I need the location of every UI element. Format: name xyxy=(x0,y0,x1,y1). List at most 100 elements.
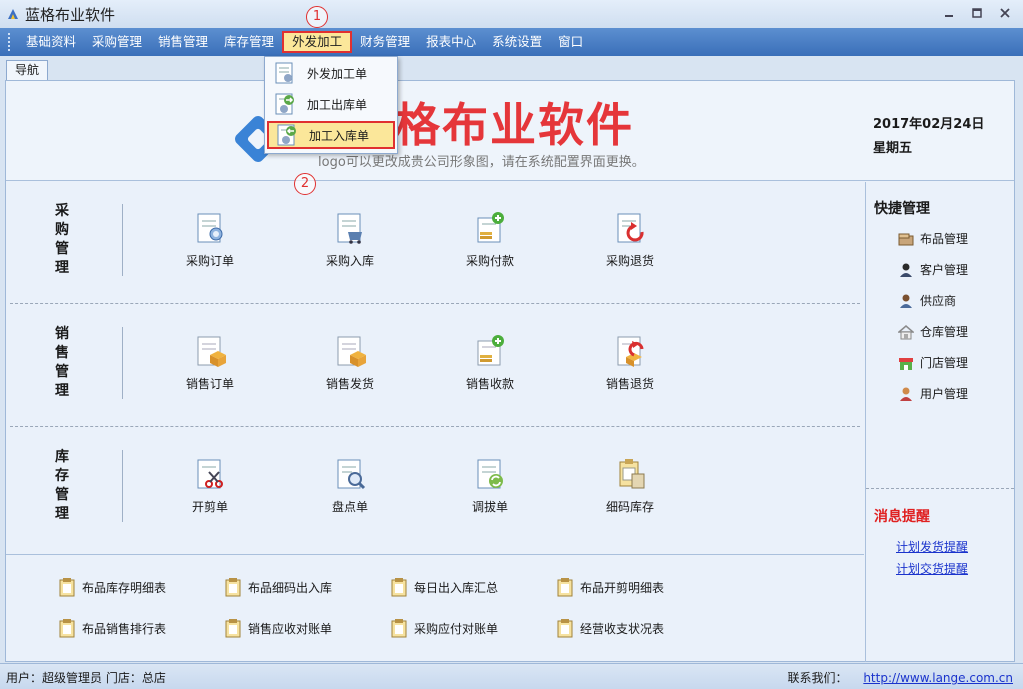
maximize-icon xyxy=(972,8,982,18)
menu-grip[interactable] xyxy=(8,33,12,51)
sales-order-button[interactable]: 销售订单 xyxy=(165,333,255,392)
sales-ship-button[interactable]: 销售发货 xyxy=(305,333,395,392)
quick-warehouse[interactable]: 仓库管理 xyxy=(898,323,968,340)
module-label: 库存管理 xyxy=(55,449,69,522)
dropdown-item-label: 加工出库单 xyxy=(307,97,368,112)
module-divider xyxy=(122,450,123,522)
quick-item-label: 布品管理 xyxy=(920,232,969,246)
purchase-payment-label: 采购付款 xyxy=(465,254,514,268)
menu-sales[interactable]: 销售管理 xyxy=(150,31,216,53)
menu-outsourcing[interactable]: 外发加工 xyxy=(282,31,353,53)
tab-strip: 导航 xyxy=(0,56,1023,80)
module-label: 采购管理 xyxy=(55,203,69,276)
clipboard-icon xyxy=(557,619,573,638)
menu-basic-data[interactable]: 基础资料 xyxy=(18,31,84,53)
detail-stock-button[interactable]: 细码库存 xyxy=(585,456,675,515)
quick-item-label: 仓库管理 xyxy=(920,325,969,339)
navigation-panel: 格布业软件 logo可以更改成贵公司形象图，请在系统配置界面更换。 2017年0… xyxy=(5,80,1015,662)
purchase-in-button[interactable]: 采购入库 xyxy=(305,210,395,269)
store-icon xyxy=(899,357,913,370)
contact-label: 联系我们： xyxy=(787,671,848,685)
user-icon xyxy=(900,387,912,401)
quick-fabric[interactable]: 布品管理 xyxy=(898,230,968,247)
sales-receipt-label: 销售收款 xyxy=(465,377,514,391)
report-shortcuts: 布品库存明细表 布品细码出入库 每日出入库汇总 布品开剪明细表 布品销售排行表 … xyxy=(6,554,864,662)
supplier-icon xyxy=(900,294,912,308)
menu-item-outsourcing-out[interactable]: 加工出库单 xyxy=(267,90,395,118)
module-divider xyxy=(122,204,123,276)
transfer-button[interactable]: 调拔单 xyxy=(445,456,535,515)
quick-supplier[interactable]: 供应商 xyxy=(898,292,956,309)
menu-item-outsourcing-order[interactable]: 外发加工单 xyxy=(267,59,395,87)
report-label: 布品开剪明细表 xyxy=(580,580,665,595)
menu-inventory[interactable]: 库存管理 xyxy=(216,31,282,53)
cutting-icon xyxy=(197,459,223,489)
clipboard-icon xyxy=(59,578,75,597)
purchase-return-label: 采购退货 xyxy=(605,254,654,268)
report-fabric-detail-inout[interactable]: 布品细码出入库 xyxy=(224,577,332,597)
tab-navigation[interactable]: 导航 xyxy=(6,60,49,80)
cutting-button[interactable]: 开剪单 xyxy=(165,456,255,515)
menu-reports[interactable]: 报表中心 xyxy=(418,31,484,53)
dropdown-item-label: 加工入库单 xyxy=(309,128,370,143)
dropdown-item-label: 外发加工单 xyxy=(307,66,368,81)
minimize-icon xyxy=(945,15,953,17)
purchase-order-icon xyxy=(197,213,223,243)
menu-settings[interactable]: 系统设置 xyxy=(484,31,550,53)
quick-store[interactable]: 门店管理 xyxy=(898,354,968,371)
sales-return-button[interactable]: 销售退货 xyxy=(585,333,675,392)
module-sales: 销售管理 销售订单 销售发货 销售收款 销售退货 xyxy=(10,305,860,427)
stocktake-icon xyxy=(337,459,366,490)
message-divider xyxy=(866,488,1014,489)
link-planned-shipping[interactable]: 计划发货提醒 xyxy=(896,538,968,555)
module-label: 销售管理 xyxy=(55,326,69,399)
purchase-return-button[interactable]: 采购退货 xyxy=(585,210,675,269)
report-label: 销售应收对账单 xyxy=(248,621,333,636)
menu-purchase[interactable]: 采购管理 xyxy=(84,31,150,53)
quick-panel: 快捷管理 布品管理 客户管理 供应商 仓库管理 门店管理 用户管理 消息提醒 计… xyxy=(865,182,1014,662)
sales-return-icon xyxy=(617,336,644,367)
menu-finance[interactable]: 财务管理 xyxy=(352,31,418,53)
menu-window[interactable]: 窗口 xyxy=(550,31,591,53)
contact-link[interactable]: http://www.lange.com.cn xyxy=(863,671,1013,685)
fabric-icon xyxy=(898,233,914,245)
maximize-button[interactable] xyxy=(965,4,989,22)
report-label: 布品销售排行表 xyxy=(82,621,167,636)
purchase-in-icon xyxy=(337,213,362,244)
window-title: 蓝格布业软件 xyxy=(25,5,116,24)
quick-item-label: 用户管理 xyxy=(920,387,969,401)
annotation-marker-1: 1 xyxy=(306,6,328,28)
quick-item-label: 门店管理 xyxy=(920,356,969,370)
report-fabric-stock-detail[interactable]: 布品库存明细表 xyxy=(58,577,166,597)
status-bar: 用户：超级管理员 门店：总店 联系我们： http://www.lange.co… xyxy=(0,663,1023,689)
detail-stock-icon xyxy=(619,459,645,489)
quick-user[interactable]: 用户管理 xyxy=(898,385,968,402)
close-button[interactable] xyxy=(993,4,1017,22)
banner: 格布业软件 logo可以更改成贵公司形象图，请在系统配置界面更换。 2017年0… xyxy=(6,81,1014,181)
minimize-button[interactable] xyxy=(937,4,961,22)
sales-receipt-button[interactable]: 销售收款 xyxy=(445,333,535,392)
report-sales-receivable[interactable]: 销售应收对账单 xyxy=(224,618,332,638)
sales-ship-label: 销售发货 xyxy=(325,377,374,391)
menu-bar: 基础资料 采购管理 销售管理 库存管理 外发加工 财务管理 报表中心 系统设置 … xyxy=(0,28,1023,56)
message-title: 消息提醒 xyxy=(874,509,930,525)
report-daily-inout-summary[interactable]: 每日出入库汇总 xyxy=(390,577,498,597)
purchase-order-button[interactable]: 采购订单 xyxy=(165,210,255,269)
report-purchase-payable[interactable]: 采购应付对账单 xyxy=(390,618,498,638)
purchase-payment-button[interactable]: 采购付款 xyxy=(445,210,535,269)
link-planned-delivery[interactable]: 计划交货提醒 xyxy=(896,560,968,577)
report-fabric-cutting-detail[interactable]: 布品开剪明细表 xyxy=(556,577,664,597)
report-business-income-expense[interactable]: 经营收支状况表 xyxy=(556,618,664,638)
purchase-in-label: 采购入库 xyxy=(325,254,374,268)
status-user-store: 用户：超级管理员 门店：总店 xyxy=(6,671,166,685)
clipboard-icon xyxy=(225,619,241,638)
report-fabric-sales-ranking[interactable]: 布品销售排行表 xyxy=(58,618,166,638)
quick-customer[interactable]: 客户管理 xyxy=(898,261,968,278)
stocktake-label: 盘点单 xyxy=(331,500,368,514)
quick-title: 快捷管理 xyxy=(874,201,930,217)
purchase-payment-icon xyxy=(477,212,504,243)
stocktake-button[interactable]: 盘点单 xyxy=(305,456,395,515)
module-area: 采购管理 采购订单 采购入库 采购付款 采购退货 销售管理 销售订单 销售发货 … xyxy=(6,182,864,554)
menu-item-outsourcing-in[interactable]: 加工入库单 xyxy=(267,121,395,149)
clipboard-icon xyxy=(391,578,407,597)
